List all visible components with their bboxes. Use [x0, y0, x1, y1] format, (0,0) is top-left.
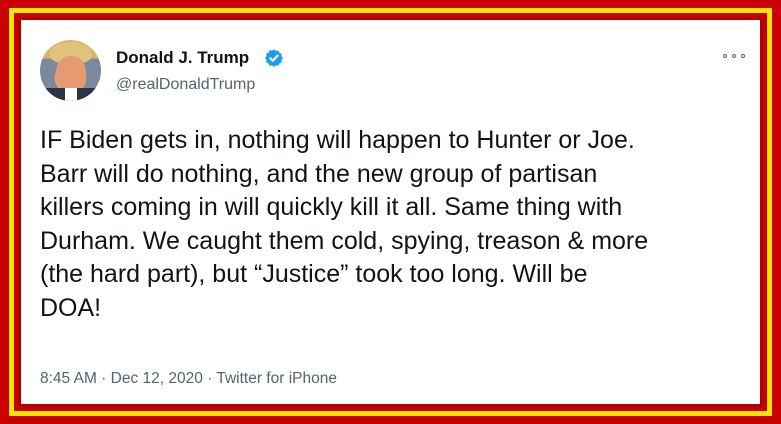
avatar[interactable] [40, 40, 101, 101]
tweet-timestamp-source[interactable]: 8:45 AM · Dec 12, 2020 · Twitter for iPh… [40, 370, 337, 388]
more-options-icon[interactable] [723, 50, 745, 62]
more-dot-icon [732, 54, 736, 58]
tweet-text: IF Biden gets in, nothing will happen to… [40, 126, 649, 322]
verified-badge-icon [265, 49, 283, 67]
avatar-face [56, 56, 86, 92]
avatar-shirt [65, 88, 77, 101]
more-dot-icon [741, 54, 745, 58]
tweet-card: Donald J. Trump @realDonaldTrump IF Bide… [18, 17, 763, 407]
more-dot-icon [723, 54, 727, 58]
display-name[interactable]: Donald J. Trump [116, 48, 249, 68]
user-handle[interactable]: @realDonaldTrump [116, 76, 255, 94]
